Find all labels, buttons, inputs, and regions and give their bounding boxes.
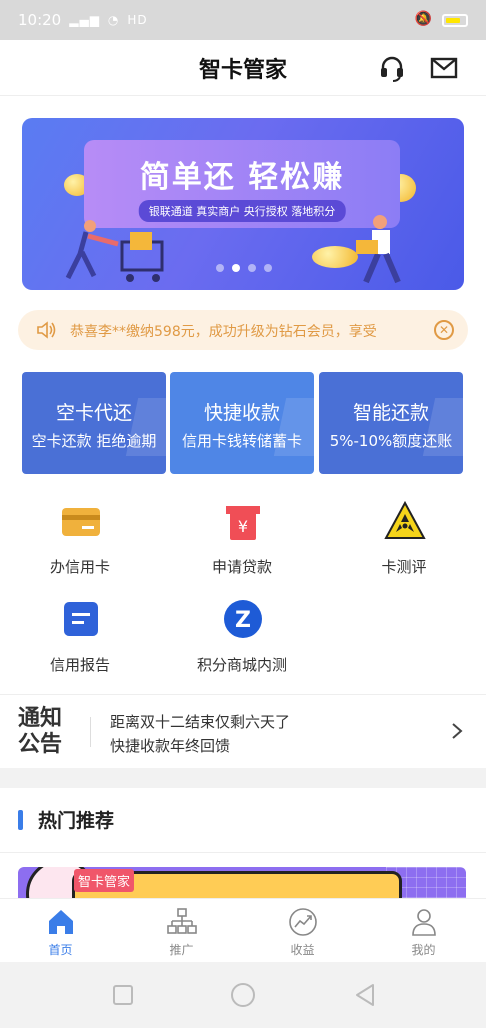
hot-section-header: 热门推荐 [0,788,486,852]
page-title: 智卡管家 [198,58,287,83]
card-title: 快捷收款 [203,402,280,424]
notice-text: 恭喜李**缴纳598元，成功升级为钻石会员，享受 [70,324,377,340]
card-title: 空卡代还 [55,402,132,424]
notice-marquee[interactable]: 恭喜李**缴纳598元，成功升级为钻石会员，享受 ✕ [18,310,468,350]
wifi-icon: ◔ [107,13,120,27]
status-time: 10:20 [18,11,62,29]
close-notice-button[interactable]: ✕ [434,320,454,340]
radiation-icon [384,500,426,539]
report-icon [64,602,98,636]
announcement-line: 快捷收款年终回馈 [110,737,231,755]
card-subtitle: 信用卡钱转储蓄卡 [181,432,302,450]
service-card-review[interactable]: 卡测评 [324,500,484,590]
service-points-mall[interactable]: Z 积分商城内测 [162,598,322,688]
hot-promo-item[interactable]: 智卡管家 [0,852,486,898]
card-subtitle: 空卡还款 拒绝逾期 [31,432,157,450]
tab-label: 推广 [169,943,194,957]
mute-icon: 🔕 [414,11,432,27]
signal-icon: ▂▄▆ [69,13,100,27]
chevron-right-icon[interactable] [450,721,464,741]
card-smart-repay[interactable]: 智能还款 5%-10%额度还账 [319,372,463,474]
tab-home[interactable]: 首页 [0,899,121,963]
mail-icon[interactable] [430,56,458,80]
tab-promote[interactable]: 推广 [121,899,242,963]
section-title: 热门推荐 [38,810,115,832]
service-label: 卡测评 [381,558,427,576]
banner-panel: 简单还 轻松赚 银联通道 真实商户 央行授权 落地积分 [84,140,400,228]
announcement-logo: 通知公告 [18,705,63,757]
service-loan[interactable]: ¥ 申请贷款 [162,500,322,590]
bottom-tab-bar: 首页 推广 收益 我的 [0,898,486,962]
banner-dot[interactable] [264,264,272,272]
app-header: 智卡管家 [0,40,486,96]
card-empty-repay[interactable]: 空卡代还 空卡还款 拒绝逾期 [22,372,166,474]
headset-icon[interactable] [378,54,406,82]
org-chart-icon [167,908,197,934]
tab-earnings[interactable]: 收益 [242,899,363,963]
home-icon [49,910,73,934]
chart-icon [289,908,317,936]
status-bar: 10:20 ▂▄▆ ◔ HD 🔕 [0,0,486,40]
points-mall-icon: Z [224,600,262,638]
recents-icon[interactable] [110,982,136,1008]
banner-headline: 简单还 轻松赚 [139,160,345,195]
tab-mine[interactable]: 我的 [363,899,484,963]
card-quick-collect[interactable]: 快捷收款 信用卡钱转储蓄卡 [170,372,314,474]
divider [90,717,91,747]
promo-tag: 智卡管家 [74,869,135,892]
user-icon [412,909,436,936]
banner-dot[interactable] [248,264,256,272]
home-content: 简单还 轻松赚 银联通道 真实商户 央行授权 落地积分 恭喜李**缴纳598元，… [0,96,486,768]
shopping-cart-figure [65,220,164,282]
banner-dot-active[interactable] [232,264,240,272]
coin-decoration [312,246,358,268]
svg-text:¥: ¥ [238,517,248,536]
svg-text:Z: Z [235,608,251,633]
service-label: 积分商城内测 [196,656,287,674]
home-button-icon[interactable] [230,982,256,1008]
announcement-bar[interactable]: 通知公告 距离双十二结束仅剩六天了 快捷收款年终回馈 [0,694,486,768]
credit-card-icon [62,508,100,536]
tab-label: 首页 [48,943,73,957]
banner-pagination[interactable] [216,264,272,272]
announcement-line: 距离双十二结束仅剩六天了 [110,713,291,731]
promo-banner[interactable]: 简单还 轻松赚 银联通道 真实商户 央行授权 落地积分 [22,118,464,290]
section-marker [18,810,23,830]
back-icon[interactable] [352,982,378,1008]
service-credit-report[interactable]: 信用报告 [0,598,160,688]
running-man-figure [356,215,401,284]
tab-label: 我的 [411,943,436,957]
card-subtitle: 5%-10%额度还账 [329,432,453,450]
tab-label: 收益 [290,943,315,957]
service-label: 办信用卡 [49,558,110,576]
loan-icon: ¥ [226,506,260,540]
service-label: 申请贷款 [211,558,272,576]
speaker-icon [37,321,56,339]
feature-cards: 空卡代还 空卡还款 拒绝逾期 快捷收款 信用卡钱转储蓄卡 智能还款 5%-10%… [22,372,464,474]
service-credit-card[interactable]: 办信用卡 [0,500,160,590]
service-label: 信用报告 [49,656,110,674]
card-title: 智能还款 [352,402,429,424]
battery-icon [442,14,468,27]
banner-dot[interactable] [216,264,224,272]
system-nav-bar [0,962,486,1028]
status-network: HD [127,13,148,27]
